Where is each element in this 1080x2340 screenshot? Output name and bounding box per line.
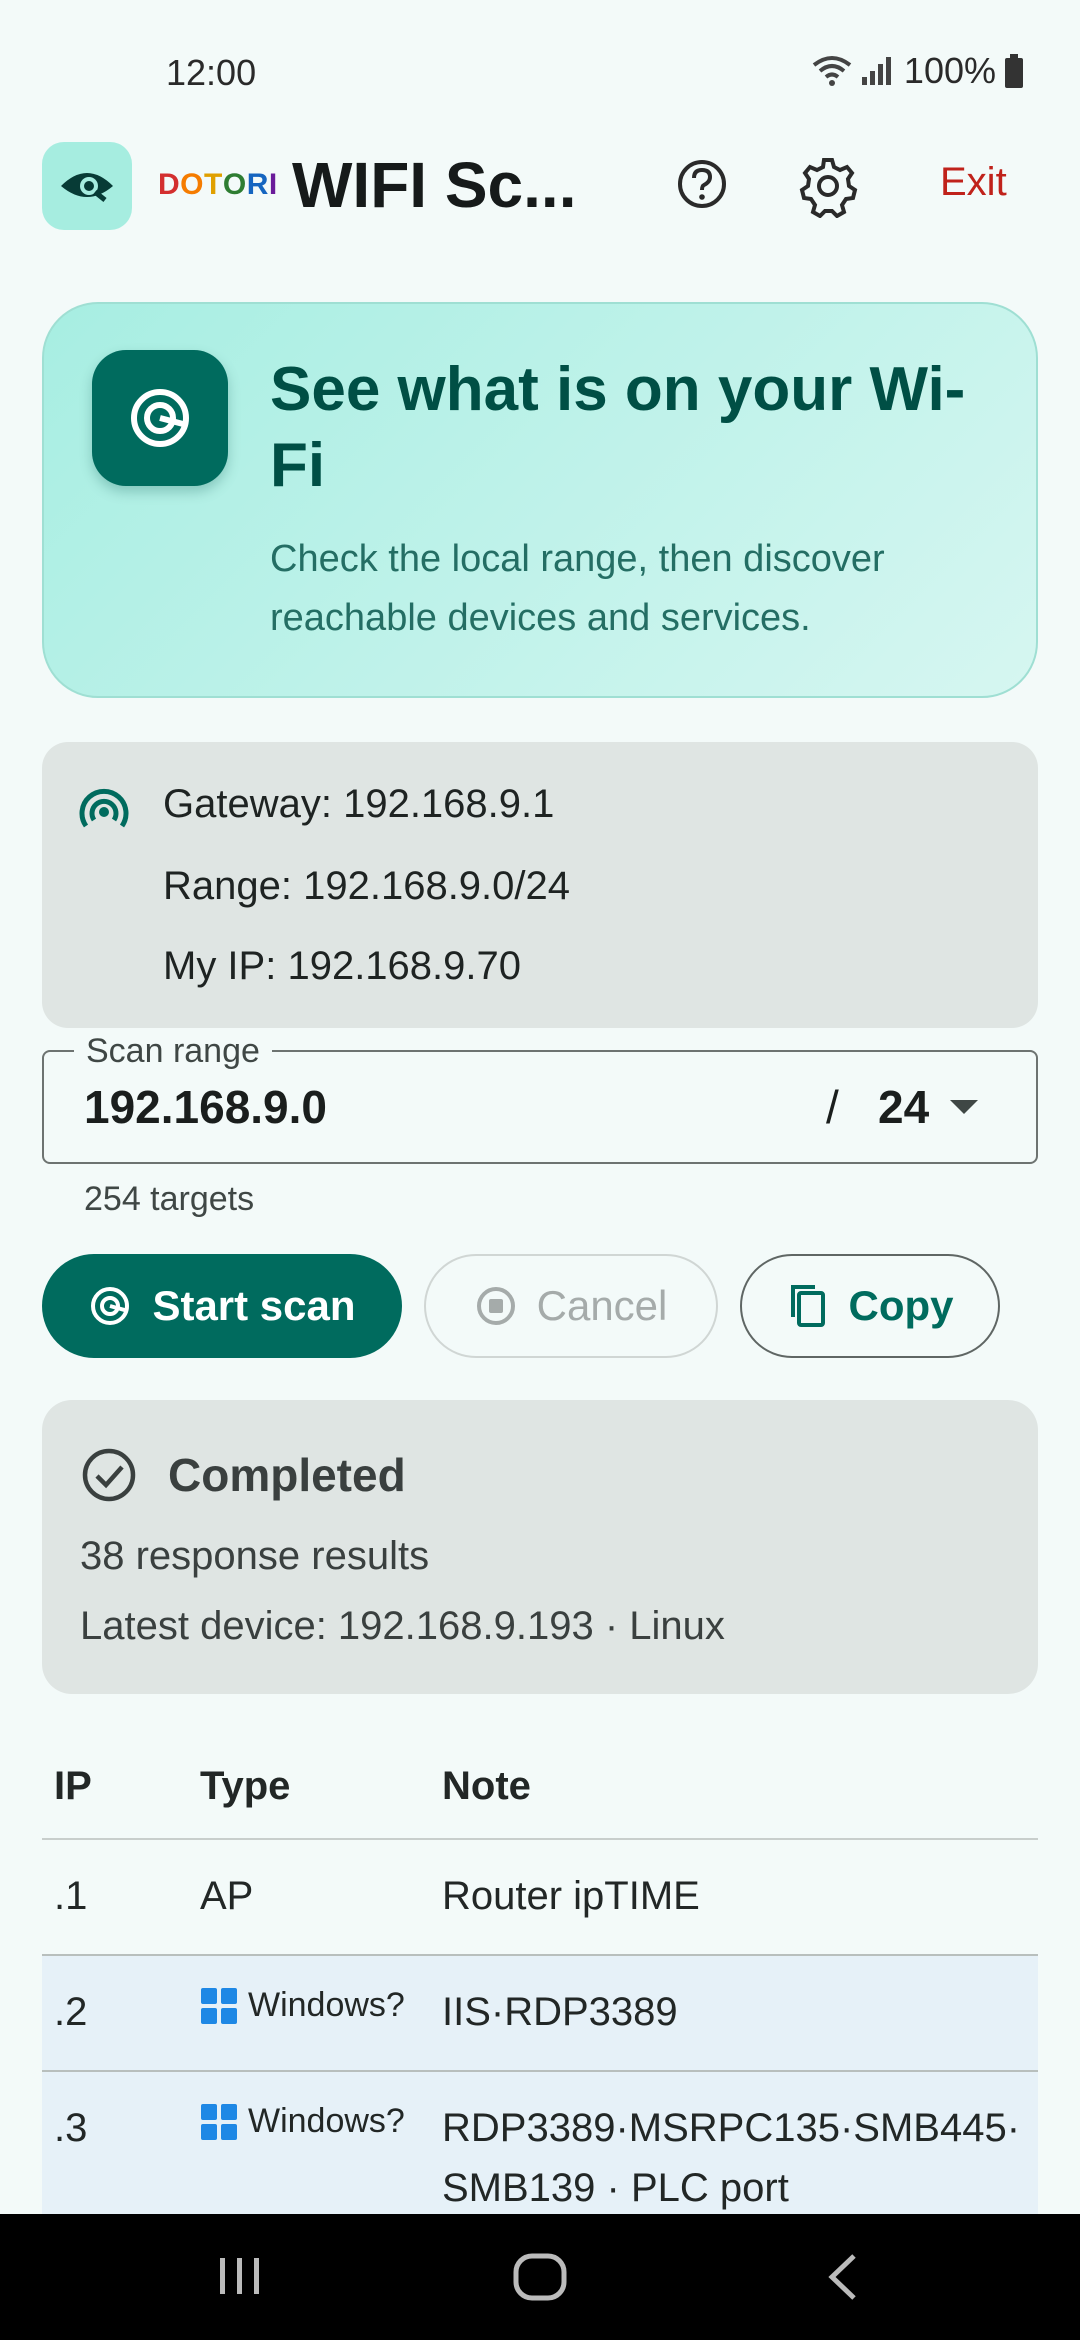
settings-button[interactable] <box>796 154 860 219</box>
row-type-label: Windows? <box>248 2102 405 2140</box>
row-note: RDP3389·MSRPC135·SMB445·SMB139 · PLC por… <box>442 2106 1021 2210</box>
brand-wordmark: DOTORI <box>158 168 278 202</box>
brand-letter: D <box>158 168 181 201</box>
row-type-label: Windows? <box>248 1986 405 2024</box>
status-title: Completed <box>168 1449 406 1501</box>
latest-device-text: Latest device: 192.168.9.193 · Linux <box>80 1604 725 1648</box>
wifi-icon <box>812 56 852 86</box>
row-note: IIS·RDP3389 <box>442 1990 678 2034</box>
row-type: AP <box>200 1874 254 1918</box>
row-type: Windows? <box>200 2102 405 2141</box>
app-logo <box>42 142 132 230</box>
home-icon[interactable] <box>512 2252 568 2302</box>
radar-icon <box>91 1287 130 1325</box>
scan-range-slash: / <box>826 1081 839 1133</box>
battery-icon <box>1005 54 1023 88</box>
gateway-text: Gateway: 192.168.9.1 <box>163 782 555 826</box>
copy-label: Copy <box>848 1282 954 1329</box>
header-ip[interactable]: IP <box>54 1764 92 1809</box>
windows-icon <box>201 2103 237 2140</box>
eye-search-icon <box>61 173 113 202</box>
recents-icon[interactable] <box>216 2252 264 2300</box>
dropdown-arrow-icon[interactable] <box>950 1100 978 1114</box>
table-row[interactable]: .1 AP Router ipTIME <box>42 1840 1038 1956</box>
row-type: Windows? <box>200 1986 405 2025</box>
stop-circle-icon <box>476 1287 515 1325</box>
windows-icon <box>201 1987 237 2024</box>
brand-letter: I <box>268 168 278 201</box>
header-note[interactable]: Note <box>442 1764 531 1809</box>
scan-range-ip-input[interactable]: 192.168.9.0 <box>84 1080 327 1134</box>
row-note: Router ipTIME <box>442 1874 700 1918</box>
brand-letter: R <box>246 168 269 201</box>
brand-letter: T <box>204 168 223 201</box>
status-icons: 100% <box>812 50 1024 92</box>
hero-subtitle: Check the local range, then discover rea… <box>270 538 885 639</box>
row-ip: .1 <box>54 1874 88 1918</box>
help-button[interactable] <box>672 154 732 214</box>
table-row[interactable]: .3 Windows? RDP3389·MSRPC135·SMB445·SMB1… <box>42 2072 1038 2232</box>
hero-title: See what is on your Wi-Fi <box>270 355 966 500</box>
table-header: IP Type Note <box>42 1740 1038 1840</box>
wifi-tethering-icon <box>76 782 132 838</box>
copy-button[interactable]: Copy <box>740 1254 1000 1358</box>
prefix-dropdown[interactable]: 24 <box>878 1080 929 1134</box>
cancel-button[interactable]: Cancel <box>424 1254 718 1358</box>
exit-button[interactable]: Exit <box>940 160 1007 205</box>
start-scan-button[interactable]: Start scan <box>42 1254 402 1358</box>
help-icon <box>678 160 726 208</box>
brand-letter: O <box>222 168 247 201</box>
hero-icon-tile <box>92 350 228 486</box>
check-circle-icon <box>80 1446 138 1504</box>
back-icon[interactable] <box>824 2252 864 2302</box>
copy-icon <box>790 1285 825 1327</box>
row-ip: .3 <box>54 2106 88 2150</box>
gear-icon <box>799 158 858 219</box>
system-nav-bar <box>0 2214 1080 2340</box>
battery-percent: 100% <box>903 50 996 91</box>
start-scan-label: Start scan <box>152 1282 356 1329</box>
header-type[interactable]: Type <box>200 1764 290 1809</box>
radar-icon <box>131 389 189 447</box>
my-ip-text: My IP: 192.168.9.70 <box>163 944 522 988</box>
targets-count: 254 targets <box>84 1180 255 1218</box>
range-text: Range: 192.168.9.0/24 <box>163 864 571 908</box>
status-time: 12:00 <box>166 52 257 93</box>
table-row[interactable]: .2 Windows? IIS·RDP3389 <box>42 1956 1038 2072</box>
scan-range-label: Scan range <box>74 1032 272 1071</box>
response-results-text: 38 response results <box>80 1534 430 1578</box>
app-title: WIFI Sc... <box>292 149 577 221</box>
signal-icon <box>861 57 891 85</box>
brand-letter: O <box>180 168 205 201</box>
cancel-label: Cancel <box>536 1282 668 1329</box>
row-ip: .2 <box>54 1990 88 2034</box>
